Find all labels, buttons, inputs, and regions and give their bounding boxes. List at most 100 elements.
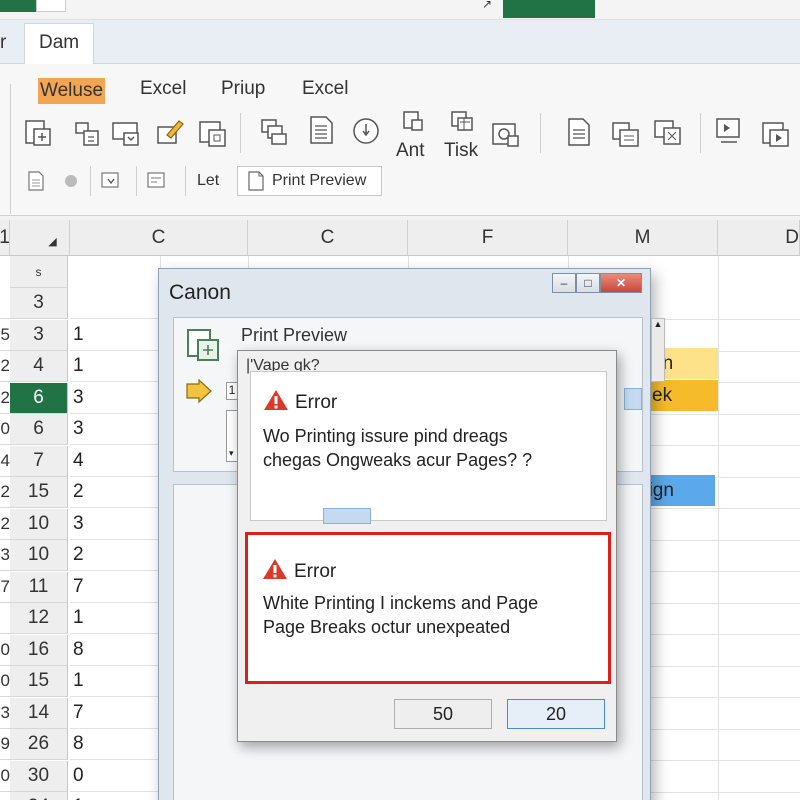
row-header-edge[interactable]: 0 (0, 635, 10, 666)
move-down-icon[interactable] (110, 117, 142, 149)
row-header[interactable]: 10 (10, 540, 68, 571)
scroll-up-icon[interactable]: ▲ (652, 319, 664, 329)
dot-circle-icon[interactable] (60, 170, 82, 192)
row-header[interactable]: 15 (10, 666, 68, 697)
row-header[interactable]: 14 (10, 698, 68, 729)
sheet-small-icon[interactable] (146, 170, 168, 192)
page-small-icon[interactable] (25, 170, 47, 192)
grid-icon[interactable] (652, 116, 684, 148)
row-header-edge[interactable]: 3 (0, 698, 10, 729)
cell[interactable]: 2 (70, 477, 160, 508)
cell[interactable]: 0 (70, 761, 160, 792)
row-header-edge[interactable]: 2 (0, 477, 10, 508)
row-header[interactable]: 7 (10, 446, 68, 477)
maximize-button[interactable]: □ (576, 273, 600, 293)
let-label[interactable]: Let (197, 172, 219, 190)
row-header[interactable]: 30 (10, 761, 68, 792)
row-header[interactable]: 12 (10, 603, 68, 634)
print-preview-button[interactable]: Print Preview (237, 166, 382, 196)
cell[interactable] (70, 288, 160, 319)
cell[interactable]: 7 (70, 698, 160, 729)
frame-icon[interactable] (197, 118, 229, 150)
cell[interactable]: 8 (70, 729, 160, 760)
cell[interactable]: 1 (70, 792, 160, 800)
close-button[interactable]: ✕ (600, 273, 642, 293)
cell[interactable]: 1 (70, 320, 160, 351)
cell[interactable]: 1 (70, 351, 160, 382)
row-header[interactable]: 26 (10, 729, 68, 760)
column-header-partial[interactable]: 1 (0, 220, 10, 256)
row-header[interactable]: 4 (10, 351, 68, 382)
row-header[interactable]: 34 (10, 792, 68, 800)
arrow-right-icon[interactable] (184, 378, 214, 404)
column-header[interactable]: C (70, 220, 248, 256)
row-header[interactable]: 16 (10, 635, 68, 666)
cell[interactable]: 3 (70, 414, 160, 445)
row-header-edge[interactable]: 3 (0, 540, 10, 571)
row-header-edge[interactable]: 9 (0, 729, 10, 760)
column-header[interactable]: C (248, 220, 408, 256)
cell[interactable]: 3 (70, 383, 160, 414)
cell[interactable]: 7 (70, 572, 160, 603)
cell[interactable]: 3 (70, 509, 160, 540)
add-sheet-icon[interactable] (22, 117, 54, 149)
row-header[interactable]: 6 (10, 414, 68, 445)
row-header-edge[interactable]: 0 (0, 414, 10, 445)
tab-partial[interactable]: r (0, 32, 6, 54)
menu-item-priup[interactable]: Priup (221, 78, 265, 100)
document-lines-icon[interactable] (305, 114, 337, 146)
row-header-edge[interactable]: 2 (0, 383, 10, 414)
column-header[interactable]: M (568, 220, 718, 256)
layout-icon[interactable] (562, 116, 594, 148)
row-header[interactable]: 3 (10, 320, 68, 351)
row-header-edge[interactable]: 0 (0, 761, 10, 792)
menu-item-excel[interactable]: Excel (140, 78, 186, 100)
horizontal-scroll-thumb[interactable] (323, 508, 371, 524)
column-header[interactable]: D (718, 220, 800, 256)
cell[interactable]: 1 (70, 603, 160, 634)
play-page-icon[interactable] (714, 116, 746, 148)
cell[interactable]: 4 (70, 446, 160, 477)
select-all-corner[interactable]: ◢ (10, 220, 70, 256)
down-page-icon[interactable] (100, 170, 122, 192)
info-circle-icon[interactable] (350, 115, 382, 147)
row-header[interactable]: 6 (10, 383, 68, 414)
row-header-edge[interactable] (0, 288, 10, 319)
tab-dam[interactable]: Dam (24, 23, 95, 64)
row-header-edge[interactable]: 7 (0, 572, 10, 603)
row-header[interactable]: 3 (10, 288, 68, 319)
copy-format-icon[interactable] (72, 117, 104, 149)
cell[interactable]: 1 (70, 666, 160, 697)
button-50[interactable]: 50 (394, 699, 492, 729)
edit-pencil-icon[interactable] (155, 115, 187, 147)
cell[interactable]: 8 (70, 635, 160, 666)
row-header-edge[interactable]: 2 (0, 509, 10, 540)
cell[interactable]: 2 (70, 540, 160, 571)
title-tab[interactable] (36, 0, 66, 12)
menu-item-weluse[interactable]: Weluse (38, 78, 106, 104)
export-icon[interactable] (610, 118, 642, 150)
row-header-edge[interactable]: 0 (0, 666, 10, 697)
table-icon[interactable] (446, 108, 478, 140)
chart-page-icon[interactable] (490, 118, 522, 150)
paste-icon[interactable] (398, 108, 430, 140)
title-green-button[interactable] (503, 0, 595, 18)
row-header-partial[interactable]: s (10, 256, 68, 288)
row-header[interactable]: 15 (10, 477, 68, 508)
canon-scroll-thumb[interactable] (624, 388, 642, 410)
row-header-edge[interactable]: 2 (0, 351, 10, 382)
quick-access-arrow-icon[interactable]: ↗ (482, 0, 492, 11)
row-header-edge[interactable]: 0 (0, 792, 10, 800)
column-header[interactable]: F (408, 220, 568, 256)
row-header-edge[interactable] (0, 603, 10, 634)
duplicate-icon[interactable] (258, 116, 290, 148)
row-header[interactable]: 11 (10, 572, 68, 603)
row-header-edge[interactable]: 5 (0, 320, 10, 351)
highlighted-cell[interactable]: ek (650, 380, 718, 411)
button-20[interactable]: 20 (507, 699, 605, 729)
minimize-button[interactable]: – (552, 273, 576, 293)
slide-page-icon[interactable] (760, 118, 792, 150)
row-header-edge[interactable]: 4 (0, 446, 10, 477)
row-header[interactable]: 10 (10, 509, 68, 540)
menu-item-excel-2[interactable]: Excel (302, 78, 348, 100)
